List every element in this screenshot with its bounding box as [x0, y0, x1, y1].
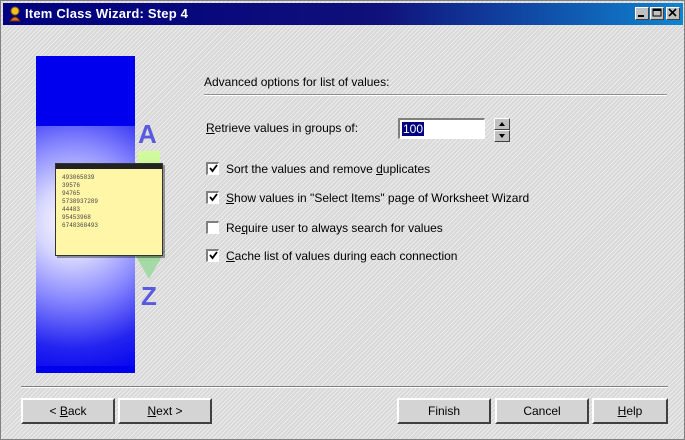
- list-card-illustration: 493065839 39576 94765 5738937289 44483 9…: [55, 163, 163, 256]
- close-icon[interactable]: [666, 7, 680, 20]
- help-button[interactable]: Help: [592, 398, 668, 424]
- retrieve-groups-spinner[interactable]: [494, 118, 510, 142]
- section-divider: [204, 94, 667, 96]
- require-search-label: Require user to always search for values: [226, 221, 443, 235]
- section-title: Advanced options for list of values:: [204, 75, 390, 89]
- retrieve-groups-value[interactable]: 100: [402, 122, 425, 136]
- spin-up-button[interactable]: [494, 118, 510, 130]
- app-icon: [9, 6, 21, 22]
- letter-z-label: Z: [141, 281, 157, 311]
- letter-a-label: A: [138, 119, 157, 149]
- title-bar[interactable]: Item Class Wizard: Step 4: [3, 3, 683, 25]
- cache-list-checkbox[interactable]: [206, 249, 219, 262]
- arrow-up-icon: [499, 122, 505, 126]
- back-button[interactable]: < Back: [21, 398, 115, 424]
- retrieve-groups-input[interactable]: 100: [398, 118, 485, 139]
- window-title: Item Class Wizard: Step 4: [25, 6, 189, 21]
- show-values-select-items-label: Show values in "Select Items" page of Wo…: [226, 191, 530, 205]
- sort-remove-duplicates-label: Sort the values and remove duplicates: [226, 162, 431, 176]
- wizard-window: Item Class Wizard: Step 4 493065839 3957…: [0, 0, 685, 440]
- next-button[interactable]: Next >: [118, 398, 212, 424]
- finish-button[interactable]: Finish: [397, 398, 491, 424]
- list-card-header: [56, 164, 162, 169]
- retrieve-groups-label: Retrieve values in groups of:: [206, 121, 359, 135]
- minimize-icon[interactable]: [635, 7, 649, 20]
- arrow-down-icon: [499, 134, 505, 138]
- require-search-checkbox[interactable]: [206, 221, 219, 234]
- cancel-button[interactable]: Cancel: [495, 398, 589, 424]
- spin-down-button[interactable]: [494, 130, 510, 142]
- sort-remove-duplicates-checkbox[interactable]: [206, 162, 219, 175]
- button-bar-divider: [21, 386, 668, 388]
- cache-list-label: Cache list of values during each connect…: [226, 249, 458, 263]
- card-number: 6748368493: [62, 222, 99, 229]
- show-values-select-items-checkbox[interactable]: [206, 191, 219, 204]
- maximize-icon[interactable]: [650, 7, 664, 20]
